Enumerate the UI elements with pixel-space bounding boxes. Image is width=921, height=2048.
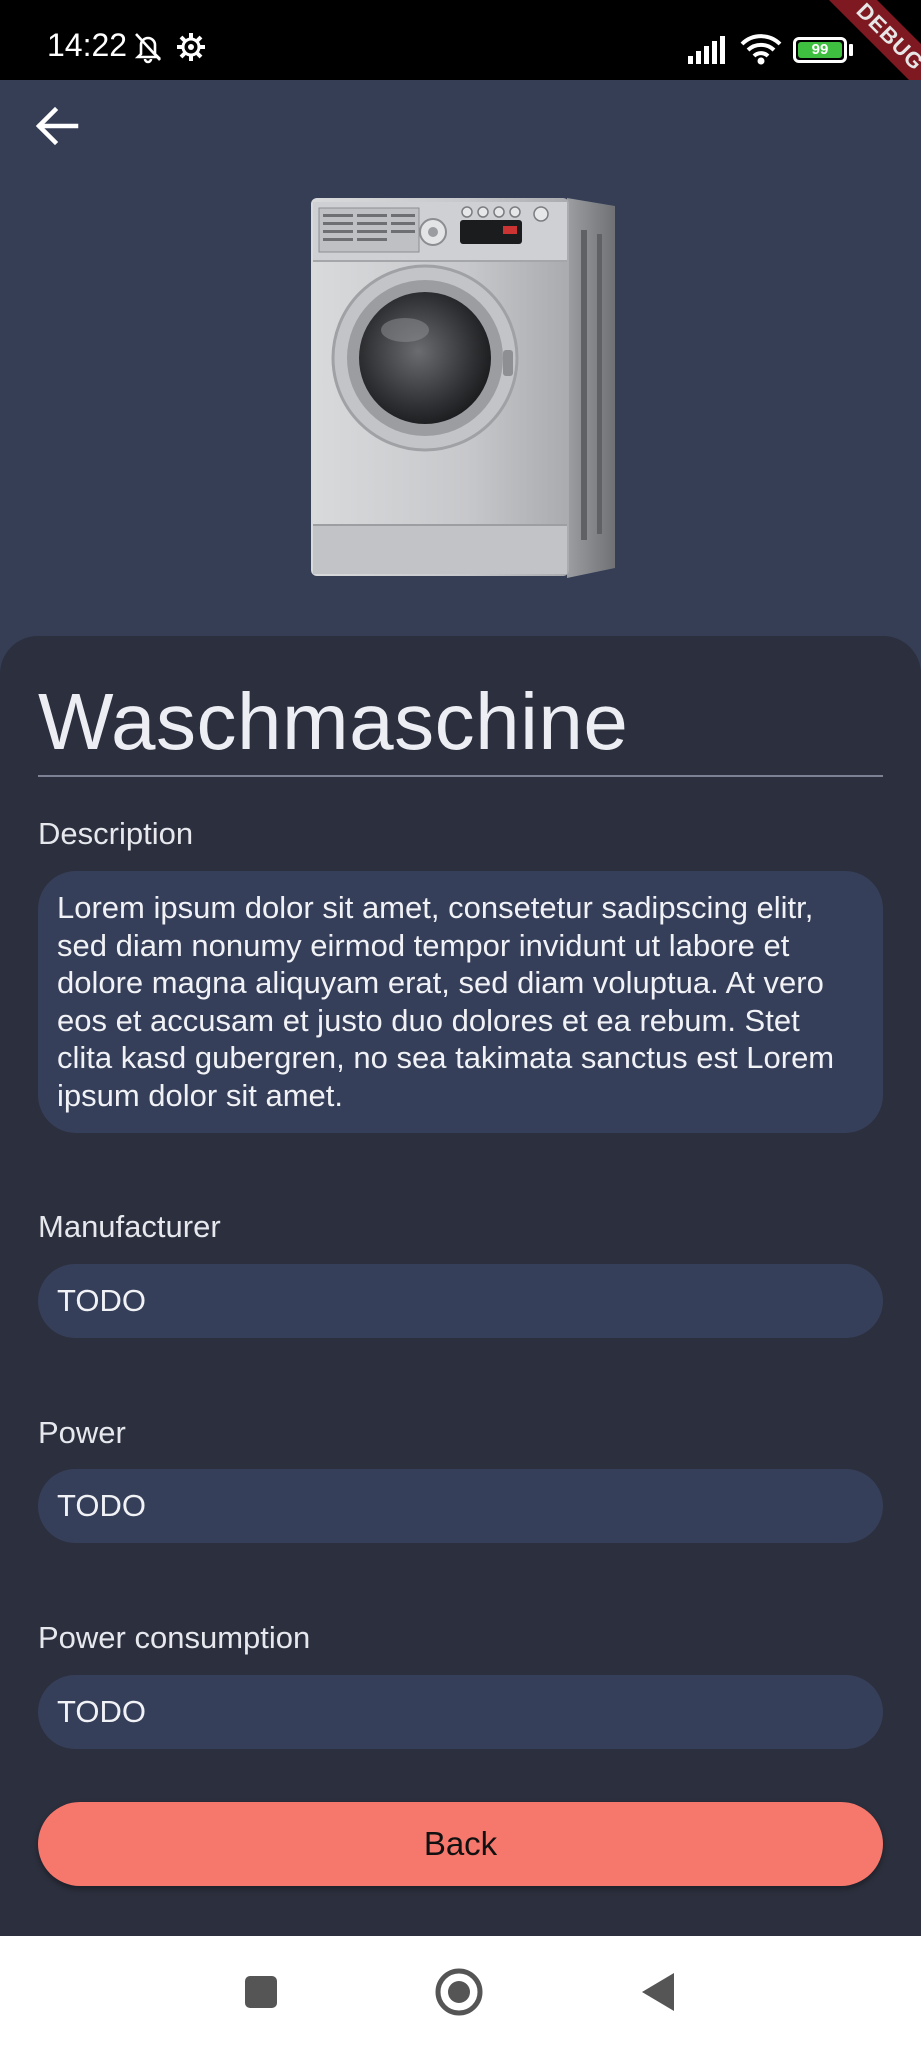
description-label: Description <box>38 816 194 851</box>
manufacturer-label: Manufacturer <box>38 1209 221 1244</box>
circle-icon[interactable] <box>433 1966 485 2018</box>
power-consumption-field[interactable]: TODO <box>38 1675 883 1749</box>
battery-tip <box>849 44 853 56</box>
status-bar: 14:22 99 DEBUG <box>0 0 921 134</box>
manufacturer-field[interactable]: TODO <box>38 1264 883 1338</box>
power-field[interactable]: TODO <box>38 1469 883 1543</box>
system-nav-bar <box>0 1936 921 2048</box>
settings-gear-icon <box>177 33 205 61</box>
arrow-left-icon[interactable] <box>30 100 82 152</box>
back-button[interactable]: Back <box>38 1802 883 1886</box>
power-label: Power <box>38 1415 126 1450</box>
bell-off-icon <box>134 33 162 64</box>
washing-machine-image <box>311 198 615 578</box>
appliance-title: Waschmaschine <box>38 677 629 766</box>
power-consumption-label: Power consumption <box>38 1620 311 1655</box>
triangle-back-icon[interactable] <box>638 1970 678 2014</box>
signal-icon <box>688 36 725 64</box>
description-field[interactable]: Lorem ipsum dolor sit amet, consetetur s… <box>38 871 883 1133</box>
screen: 14:22 99 DEBUG Waschmaschine Description… <box>0 0 921 2048</box>
wifi-icon <box>740 34 782 65</box>
status-time: 14:22 <box>47 27 128 63</box>
title-divider <box>38 775 883 777</box>
battery-level: 99 <box>798 42 842 58</box>
battery-icon: 99 <box>793 37 847 63</box>
square-icon[interactable] <box>243 1974 279 2010</box>
